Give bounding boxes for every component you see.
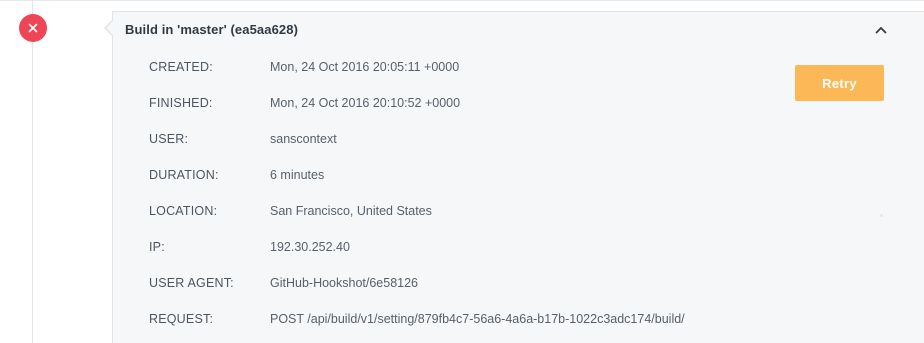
detail-value: GitHub-Hookshot/6e58126 [270,276,419,290]
retry-button[interactable]: Retry [795,65,884,101]
detail-label: LOCATION: [149,204,218,218]
detail-label: IP: [149,240,165,254]
detail-value: Mon, 24 Oct 2016 20:10:52 +0000 [270,96,461,110]
detail-value: San Francisco, United States [270,204,432,218]
collapse-button[interactable] [872,21,890,39]
detail-value: Mon, 24 Oct 2016 20:05:11 +0000 [270,60,460,74]
timeline-line [32,0,33,343]
detail-value: 6 minutes [270,168,325,182]
build-failed-status [19,14,47,42]
detail-label: USER: [149,132,189,146]
detail-value: 192.30.252.40 [270,240,350,254]
build-title: Build in 'master' (ea5aa628) [125,22,298,37]
chevron-up-icon [875,27,887,34]
scroll-indicator [880,214,883,217]
card-pointer-fill [106,20,114,36]
detail-label: USER AGENT: [149,276,234,290]
detail-label: DURATION: [149,168,219,182]
top-divider [0,0,924,1]
close-icon [28,23,38,33]
detail-value: POST /api/build/v1/setting/879fb4c7-56a6… [270,312,685,326]
detail-value: sanscontext [270,132,337,146]
detail-label: FINISHED: [149,96,213,110]
build-card: Build in 'master' (ea5aa628) Retry CREAT… [112,11,924,343]
detail-label: CREATED: [149,60,213,74]
detail-label: REQUEST: [149,312,214,326]
